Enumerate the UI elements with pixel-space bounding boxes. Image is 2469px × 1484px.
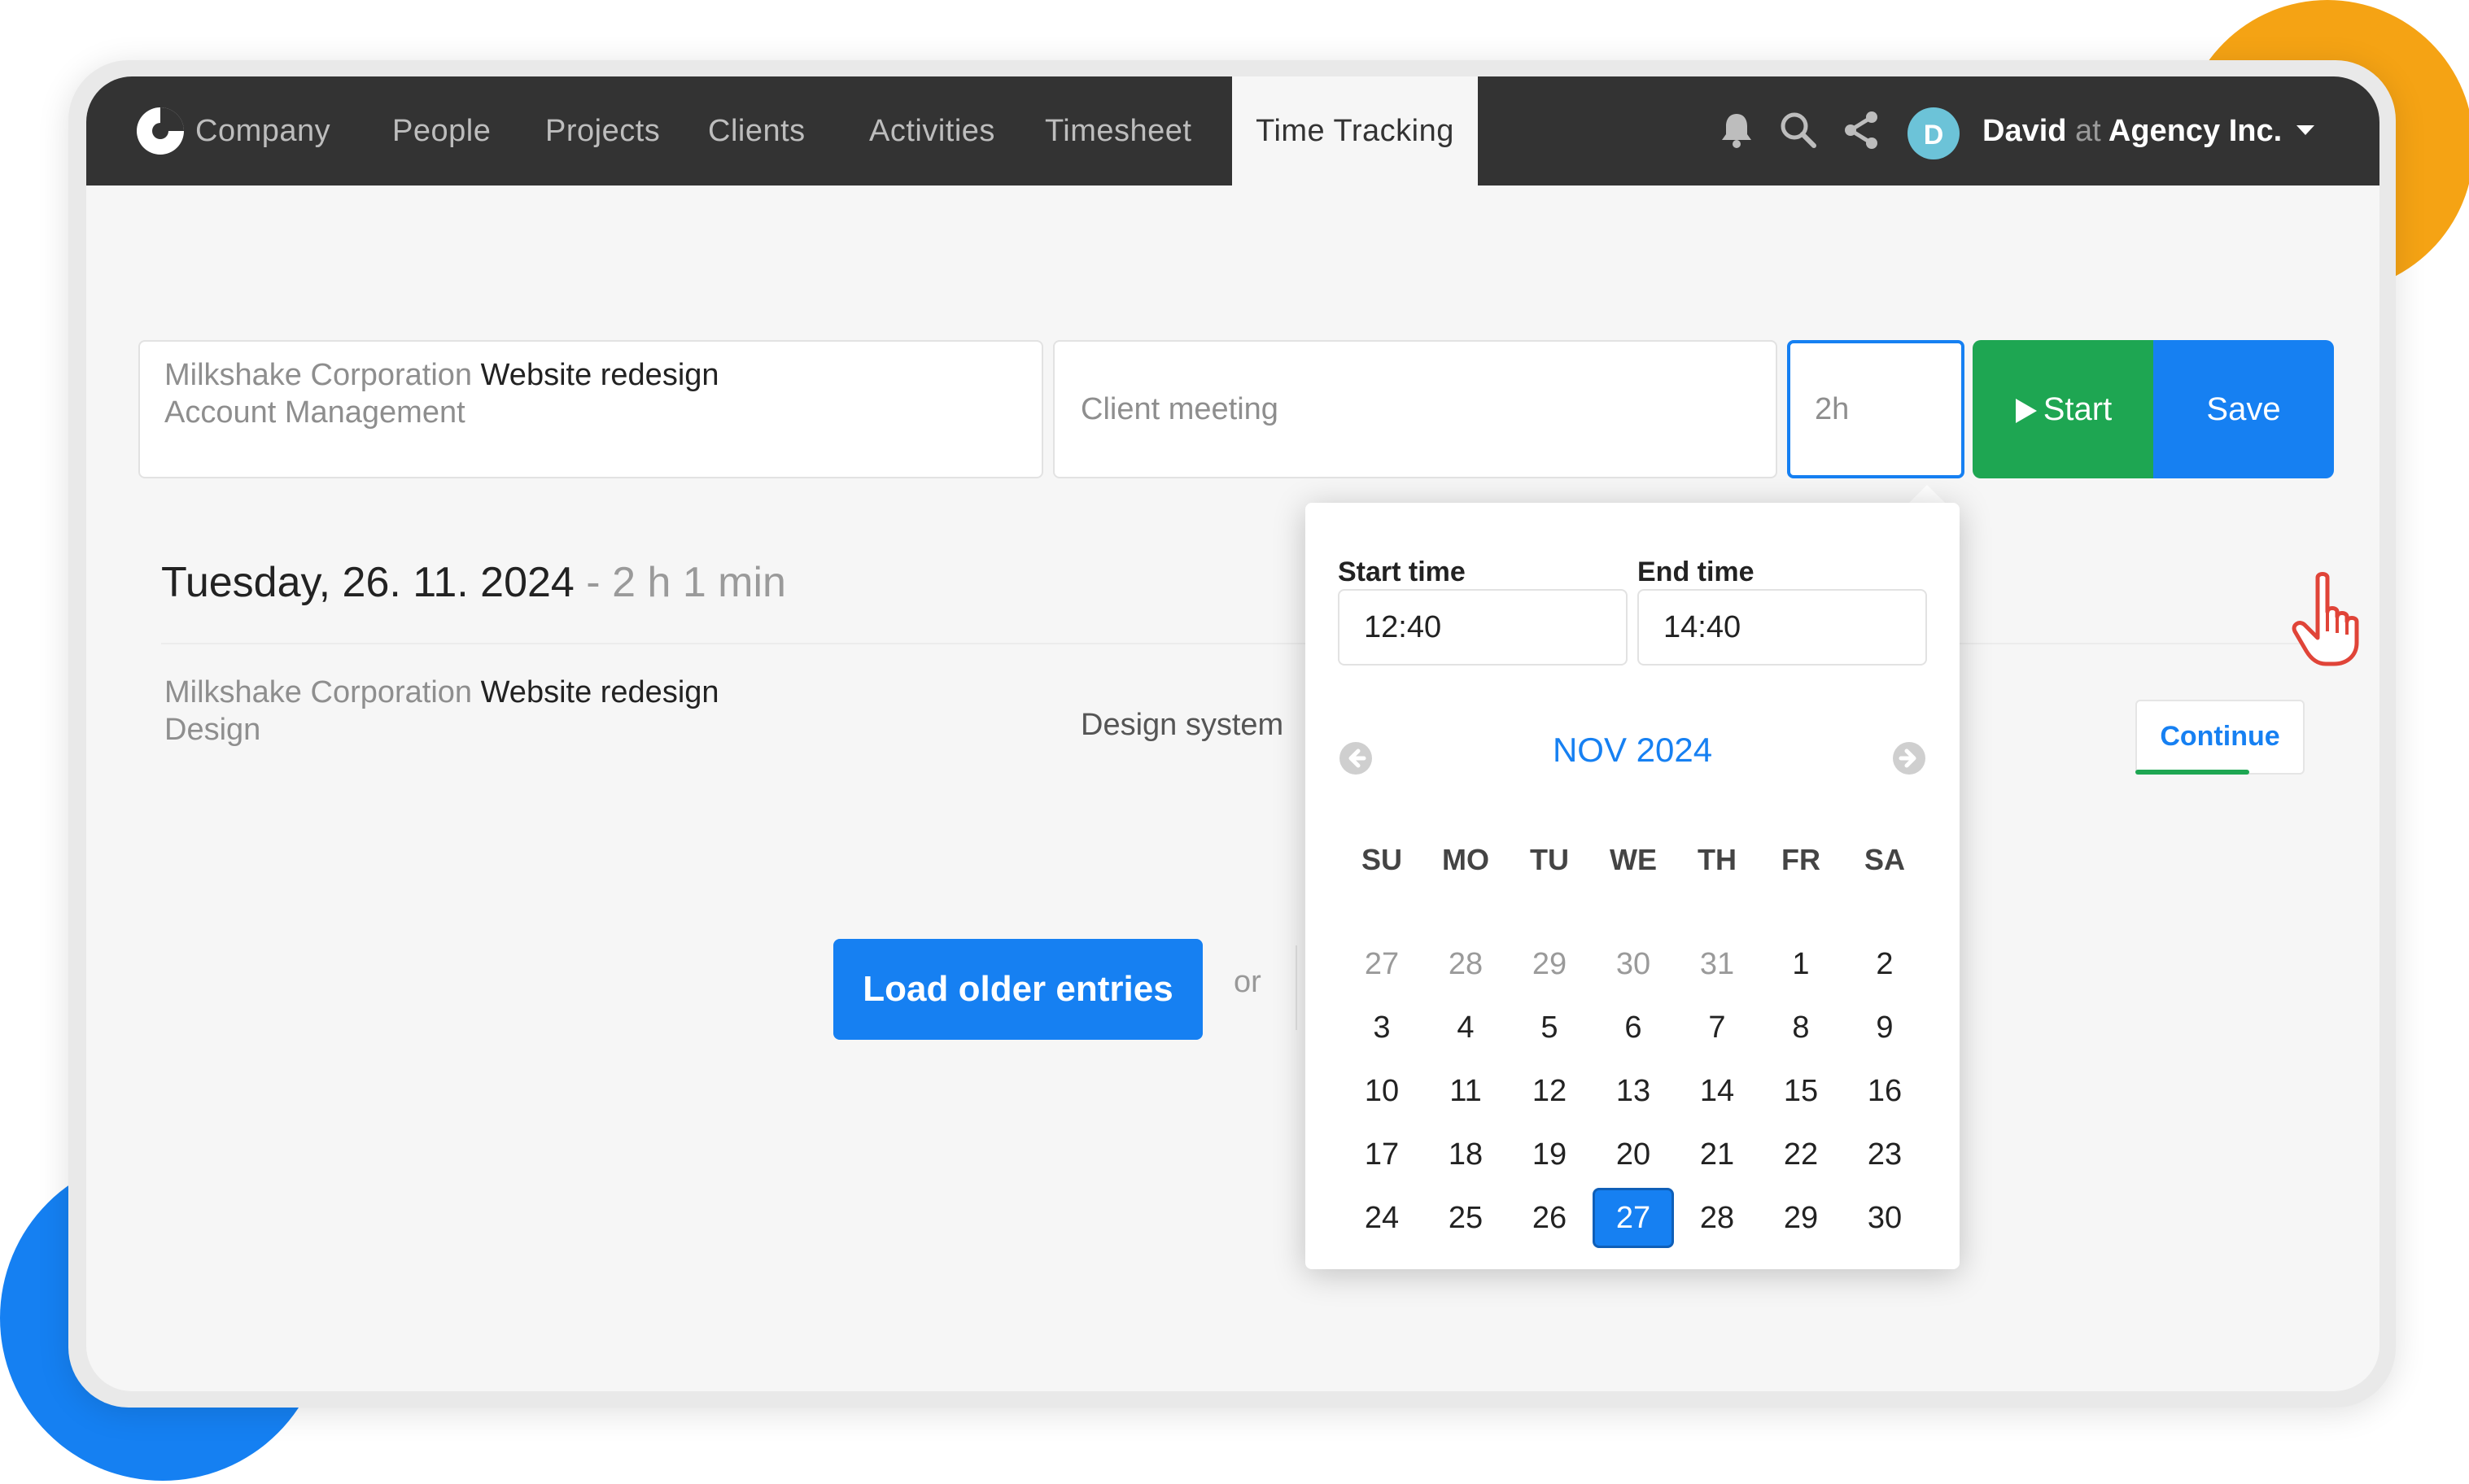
calendar-day[interactable]: 13 xyxy=(1593,1061,1674,1121)
calendar-day[interactable]: 15 xyxy=(1760,1061,1842,1121)
weekday-fr: FR xyxy=(1781,843,1820,876)
search-icon[interactable] xyxy=(1776,107,1821,153)
chevron-down-icon[interactable] xyxy=(2296,125,2314,135)
play-icon xyxy=(2015,399,2037,424)
calendar-day[interactable]: 29 xyxy=(1509,934,1590,994)
weekday-th: TH xyxy=(1698,843,1737,876)
user-avatar[interactable]: D xyxy=(1907,107,1960,159)
calendar-day[interactable]: 28 xyxy=(1676,1188,1758,1248)
start-time-label: Start time xyxy=(1338,556,1466,587)
calendar-day[interactable]: 5 xyxy=(1509,997,1590,1058)
day-date: Tuesday, 26. 11. 2024 xyxy=(161,559,575,606)
activity-name: Account Management xyxy=(164,395,465,430)
user-company: Agency Inc. xyxy=(2108,114,2283,148)
day-total-duration: 2 h 1 min xyxy=(612,559,786,606)
duration-value: 2h xyxy=(1815,392,1850,426)
time-picker-popover: Start time End time 12:40 14:40 NOV 2024… xyxy=(1305,503,1960,1269)
nav-item-activities[interactable]: Activities xyxy=(869,76,995,186)
calendar-day[interactable]: 29 xyxy=(1760,1188,1842,1248)
month-title: NOV 2024 xyxy=(1552,731,1713,769)
hand-cursor-icon xyxy=(2292,572,2359,666)
calendar-day[interactable]: 20 xyxy=(1593,1124,1674,1185)
calendar-day[interactable]: 17 xyxy=(1341,1124,1422,1185)
day-separator: - xyxy=(586,559,601,606)
project-name: Website redesign xyxy=(480,358,719,392)
calendar-day[interactable]: 24 xyxy=(1341,1188,1422,1248)
project-select[interactable]: Milkshake Corporation Website redesign A… xyxy=(138,340,1043,478)
account-menu[interactable]: David at Agency Inc. xyxy=(1982,76,2282,186)
popover-arrow xyxy=(1907,485,1947,504)
calendar-day[interactable]: 11 xyxy=(1425,1061,1506,1121)
nav-item-time-tracking[interactable]: Time Tracking xyxy=(1232,76,1478,186)
calendar-day[interactable]: 10 xyxy=(1341,1061,1422,1121)
calendar-day[interactable]: 3 xyxy=(1341,997,1422,1058)
start-timer-button[interactable]: Start xyxy=(1973,340,2153,478)
next-month-icon[interactable] xyxy=(1891,740,1927,776)
calendar-day[interactable]: 12 xyxy=(1509,1061,1590,1121)
calendar-day[interactable]: 6 xyxy=(1593,997,1674,1058)
note-value: Client meeting xyxy=(1081,392,1278,426)
entry-client: Milkshake Corporation xyxy=(164,675,473,709)
continue-progress-bar xyxy=(2135,770,2249,775)
start-time-input[interactable]: 12:40 xyxy=(1338,589,1628,666)
start-label: Start xyxy=(2043,391,2113,427)
calendar-day[interactable]: 9 xyxy=(1844,997,1925,1058)
nav-item-people[interactable]: People xyxy=(392,76,491,186)
calendar-day[interactable]: 22 xyxy=(1760,1124,1842,1185)
user-name: David xyxy=(1982,114,2067,148)
app-window: Company People Projects Clients Activities Ti… xyxy=(86,76,2379,1391)
share-icon[interactable] xyxy=(1839,107,1885,153)
weekday-tu: TU xyxy=(1530,843,1569,876)
calendar-day[interactable]: 28 xyxy=(1425,934,1506,994)
calendar-day[interactable]: 8 xyxy=(1760,997,1842,1058)
end-time-label: End time xyxy=(1637,556,1755,587)
save-button[interactable]: Save xyxy=(2153,340,2334,478)
calendar-day[interactable]: 14 xyxy=(1676,1061,1758,1121)
calendar-day[interactable]: 23 xyxy=(1844,1124,1925,1185)
note-input[interactable]: Client meeting xyxy=(1053,340,1777,478)
calendar-day[interactable]: 19 xyxy=(1509,1124,1590,1185)
calendar-day[interactable]: 18 xyxy=(1425,1124,1506,1185)
entry-project: Website redesign xyxy=(480,675,719,709)
divider xyxy=(161,643,2334,644)
calendar-day[interactable]: 1 xyxy=(1760,934,1842,994)
or-text: or xyxy=(1234,965,1261,999)
calendar-day[interactable]: 31 xyxy=(1676,934,1758,994)
nav-item-timesheet[interactable]: Timesheet xyxy=(1045,76,1192,186)
top-navigation-bar: Company People Projects Clients Activities Ti… xyxy=(86,76,2379,186)
entry-row[interactable]: Milkshake Corporation Website redesign xyxy=(164,675,719,710)
calendar-day[interactable]: 30 xyxy=(1844,1188,1925,1248)
calendar-day[interactable]: 26 xyxy=(1509,1188,1590,1248)
calendar-day[interactable]: 21 xyxy=(1676,1124,1758,1185)
load-older-entries-button[interactable]: Load older entries xyxy=(833,939,1203,1040)
nav-item-clients[interactable]: Clients xyxy=(708,76,806,186)
continue-button[interactable]: Continue xyxy=(2135,700,2305,775)
user-at-word: at xyxy=(2075,114,2101,148)
entry-activity: Design xyxy=(164,713,261,747)
weekday-mo: MO xyxy=(1442,843,1489,876)
calendar-day[interactable]: 25 xyxy=(1425,1188,1506,1248)
nav-item-projects[interactable]: Projects xyxy=(545,76,660,186)
company-logo-icon[interactable] xyxy=(135,106,186,156)
end-time-input[interactable]: 14:40 xyxy=(1637,589,1927,666)
client-name: Milkshake Corporation xyxy=(164,358,473,392)
calendar-day[interactable]: 30 xyxy=(1593,934,1674,994)
nav-item-company[interactable]: Company xyxy=(195,76,330,186)
hidden-button-edge xyxy=(1296,945,1297,1030)
weekday-su: SU xyxy=(1361,843,1402,876)
day-heading: Tuesday, 26. 11. 2024 - 2 h 1 min xyxy=(161,558,786,607)
weekday-we: WE xyxy=(1610,843,1657,876)
weekday-sa: SA xyxy=(1864,843,1905,876)
calendar-day[interactable]: 2 xyxy=(1844,934,1925,994)
calendar-day[interactable]: 4 xyxy=(1425,997,1506,1058)
duration-input[interactable]: 2h xyxy=(1787,340,1964,478)
calendar-day[interactable]: 7 xyxy=(1676,997,1758,1058)
notifications-bell-icon[interactable] xyxy=(1714,107,1759,153)
calendar-day[interactable]: 27 xyxy=(1341,934,1422,994)
calendar-day[interactable]: 16 xyxy=(1844,1061,1925,1121)
entry-note: Design system xyxy=(1081,708,1284,742)
calendar-day[interactable]: 27 xyxy=(1593,1188,1674,1248)
